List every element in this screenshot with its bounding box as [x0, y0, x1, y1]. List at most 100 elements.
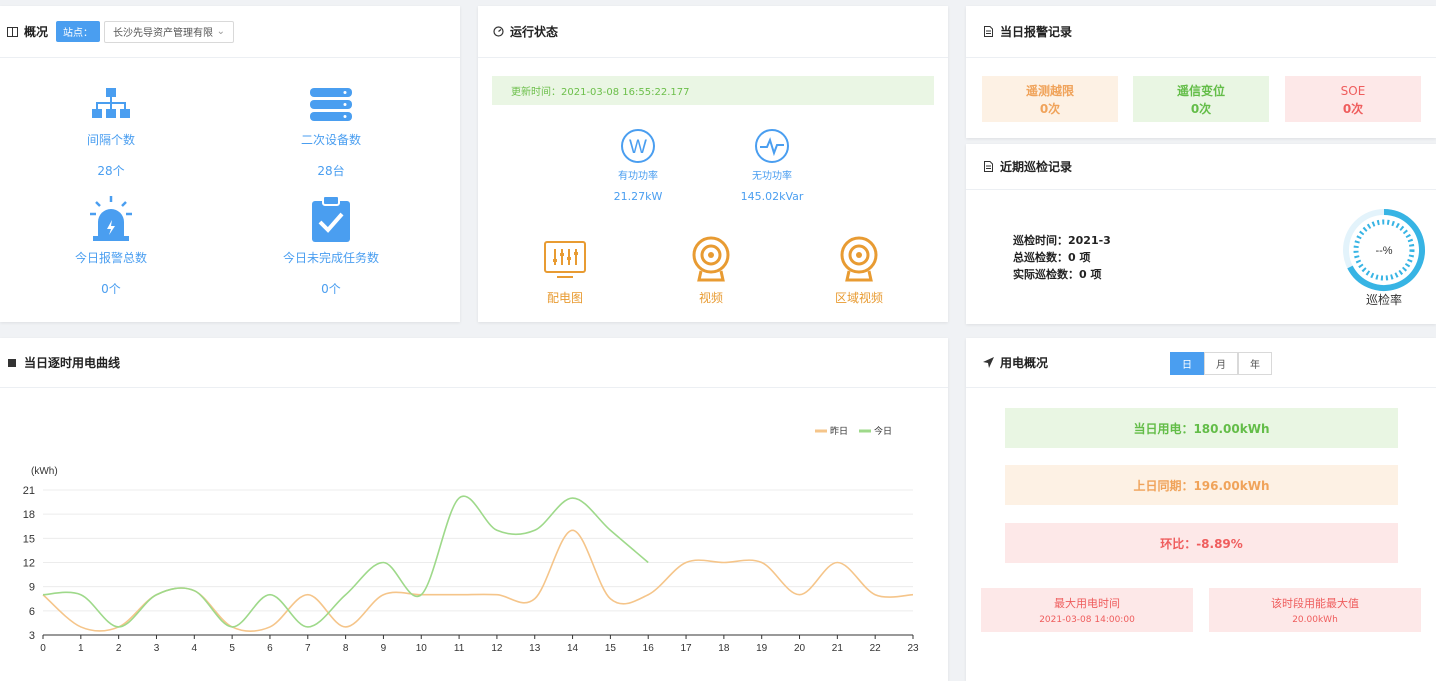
usage-period-tabs: 日 月 年 [1170, 352, 1272, 375]
x-tick-label: 6 [267, 643, 273, 654]
link-video-label: 视频 [698, 291, 723, 305]
alarm-telemetry-value: 0次 [1039, 102, 1061, 116]
alarm-soe[interactable]: SOE 0次 [1285, 76, 1421, 122]
alarm-light-icon [90, 196, 132, 241]
x-tick-label: 11 [454, 643, 465, 654]
book-icon [6, 26, 18, 38]
update-time: 更新时间：2021-03-08 16:55:22.177 [511, 87, 690, 98]
active-power: W 有功功率 21.27kW [598, 128, 678, 203]
patrol-card: 近期巡检记录 巡检时间：2021-3 总巡检数：0 项 实际巡检数：0 项 --… [966, 144, 1436, 324]
x-tick-label: 9 [381, 643, 387, 654]
x-tick-label: 5 [229, 643, 235, 654]
stat-tasks-value: 0个 [321, 282, 341, 296]
alarm-teleindication-value: 0次 [1190, 102, 1212, 116]
watt-icon: W [621, 129, 655, 163]
x-tick-label: 13 [529, 643, 541, 654]
stat-devices-value: 28台 [317, 164, 345, 178]
x-tick-label: 18 [718, 643, 730, 654]
series-line-today [42, 495, 649, 628]
tab-day[interactable]: 日 [1170, 352, 1204, 375]
station-select[interactable]: 长沙先导资产管理有限 ⌄ [104, 20, 235, 43]
stat-devices: 二次设备数 28台 [251, 88, 411, 179]
alarm-teleindication[interactable]: 遥信变位 0次 [1133, 76, 1269, 122]
patrol-gauge: --% 巡检率 [1342, 208, 1426, 308]
curve-header: 当日逐时用电曲线 [0, 338, 948, 388]
alarm-soe-value: 0次 [1342, 102, 1364, 116]
stat-alarms: 今日报警总数 0个 [31, 196, 191, 297]
x-tick-label: 15 [605, 643, 617, 654]
y-tick-label: 12 [23, 558, 35, 570]
max-value-label: 该时段用能最大值 [1271, 597, 1359, 610]
max-time-label: 最大用电时间 [1054, 597, 1120, 610]
gauge-label: 巡检率 [1365, 293, 1402, 307]
x-tick-label: 16 [643, 643, 655, 654]
server-icon [310, 88, 352, 121]
curve-card: 当日逐时用电曲线 3 6 9 12 15 18 21 0 1 2 3 4 5 6 7 8 9 10 11 12 13 14… [0, 338, 948, 681]
x-tick-label: 1 [78, 643, 84, 654]
x-tick-label: 19 [756, 643, 768, 654]
alarm-title: 当日报警记录 [1000, 25, 1073, 39]
stat-tasks-label: 今日未完成任务数 [282, 251, 379, 265]
station-select-value: 长沙先导资产管理有限 [113, 28, 214, 39]
reactive-power: 无功功率 145.02kVar [732, 128, 812, 203]
ratio: 环比：-8.89% [1005, 523, 1398, 563]
stat-bays-value: 28个 [97, 164, 125, 178]
stat-alarms-value: 0个 [101, 282, 121, 296]
usage-title: 用电概况 [1000, 356, 1049, 370]
link-area-video[interactable]: 区域视频 [824, 236, 894, 306]
patrol-time: 巡检时间：2021-3 [1013, 234, 1111, 247]
max-value-value: 20.00kWh [1292, 615, 1338, 625]
alarm-telemetry[interactable]: 遥测越限 0次 [982, 76, 1118, 122]
y-tick-label: 6 [29, 606, 35, 618]
patrol-info: 巡检时间：2021-3 总巡检数：0 项 实际巡检数：0 项 [1013, 232, 1111, 283]
running-header: 运行状态 [478, 6, 948, 58]
square-icon [6, 357, 18, 369]
legend-label: 昨日 [830, 425, 848, 436]
patrol-total: 总巡检数：0 项 [1013, 251, 1091, 264]
alarm-telemetry-label: 遥测越限 [1025, 84, 1074, 98]
overview-card: 概况 站点： 长沙先导资产管理有限 ⌄ 间隔个数 28个 二次设备数 28台 今… [0, 6, 460, 322]
link-video[interactable]: 视频 [676, 236, 746, 306]
reactive-power-label: 无功功率 [752, 171, 792, 182]
patrol-header: 近期巡检记录 [966, 144, 1436, 190]
reactive-power-value: 145.02kVar [740, 190, 804, 203]
link-area-video-label: 区域视频 [834, 291, 883, 305]
clipboard-check-icon [312, 195, 350, 242]
org-chart-icon [92, 88, 130, 118]
hourly-usage-chart: 369121518210 1 2 3 4 5 6 7 8 9 10 11 12 13 14 15 16 17 18 1… [23, 425, 919, 654]
series-line-yesterday [42, 529, 914, 633]
x-tick-label: 4 [192, 643, 198, 654]
tab-year[interactable]: 年 [1238, 352, 1272, 375]
y-tick-label: 3 [29, 630, 35, 642]
y-tick-label: 21 [23, 485, 35, 497]
y-tick-label: 18 [23, 509, 35, 521]
legend-label: 今日 [874, 425, 892, 436]
x-tick-label: 3 [154, 643, 160, 654]
max-time: 最大用电时间 2021-03-08 14:00:00 [981, 588, 1193, 632]
stat-tasks: 今日未完成任务数 0个 [251, 195, 411, 297]
max-time-value: 2021-03-08 14:00:00 [1039, 615, 1135, 625]
x-tick-label: 22 [870, 643, 882, 654]
link-diagram-label: 配电图 [546, 291, 583, 305]
link-diagram[interactable]: 配电图 [530, 240, 600, 306]
overview-title: 概况 [24, 25, 49, 39]
x-tick-label: 12 [491, 643, 503, 654]
today-usage-text: 当日用电：180.00kWh [1133, 421, 1270, 436]
active-power-label: 有功功率 [618, 171, 658, 182]
x-tick-label: 20 [794, 643, 806, 654]
overview-header: 概况 站点： 长沙先导资产管理有限 ⌄ [0, 6, 460, 58]
x-tick-label: 17 [680, 643, 692, 654]
camera-icon [692, 236, 730, 282]
stat-devices-label: 二次设备数 [300, 133, 361, 147]
running-card: 运行状态 更新时间：2021-03-08 16:55:22.177 W 有功功率… [478, 6, 948, 322]
x-tick-label: 7 [305, 643, 311, 654]
document-icon [982, 26, 994, 38]
send-icon [982, 357, 994, 369]
distribution-diagram-icon [544, 241, 586, 278]
curve-title: 当日逐时用电曲线 [24, 356, 121, 370]
alarm-header: 当日报警记录 [966, 6, 1436, 58]
ratio-text: 环比：-8.89% [1160, 536, 1243, 551]
x-tick-label: 14 [567, 643, 579, 654]
tab-month[interactable]: 月 [1204, 352, 1238, 375]
lastday-usage-text: 上日同期：196.00kWh [1133, 478, 1270, 493]
